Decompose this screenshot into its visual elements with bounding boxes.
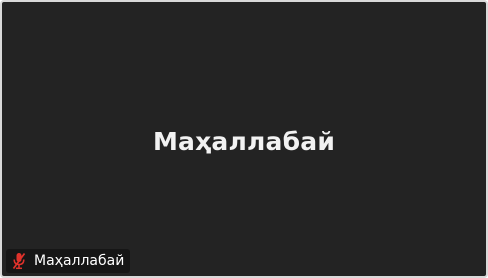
video-tile[interactable]: Маҳаллабай Маҳаллабай	[0, 0, 488, 278]
participant-display-name: Маҳаллабай	[152, 127, 336, 156]
participant-name-tag: Маҳаллабай	[6, 249, 131, 273]
mic-muted-icon	[11, 252, 27, 270]
participant-name-label: Маҳаллабай	[34, 253, 125, 269]
